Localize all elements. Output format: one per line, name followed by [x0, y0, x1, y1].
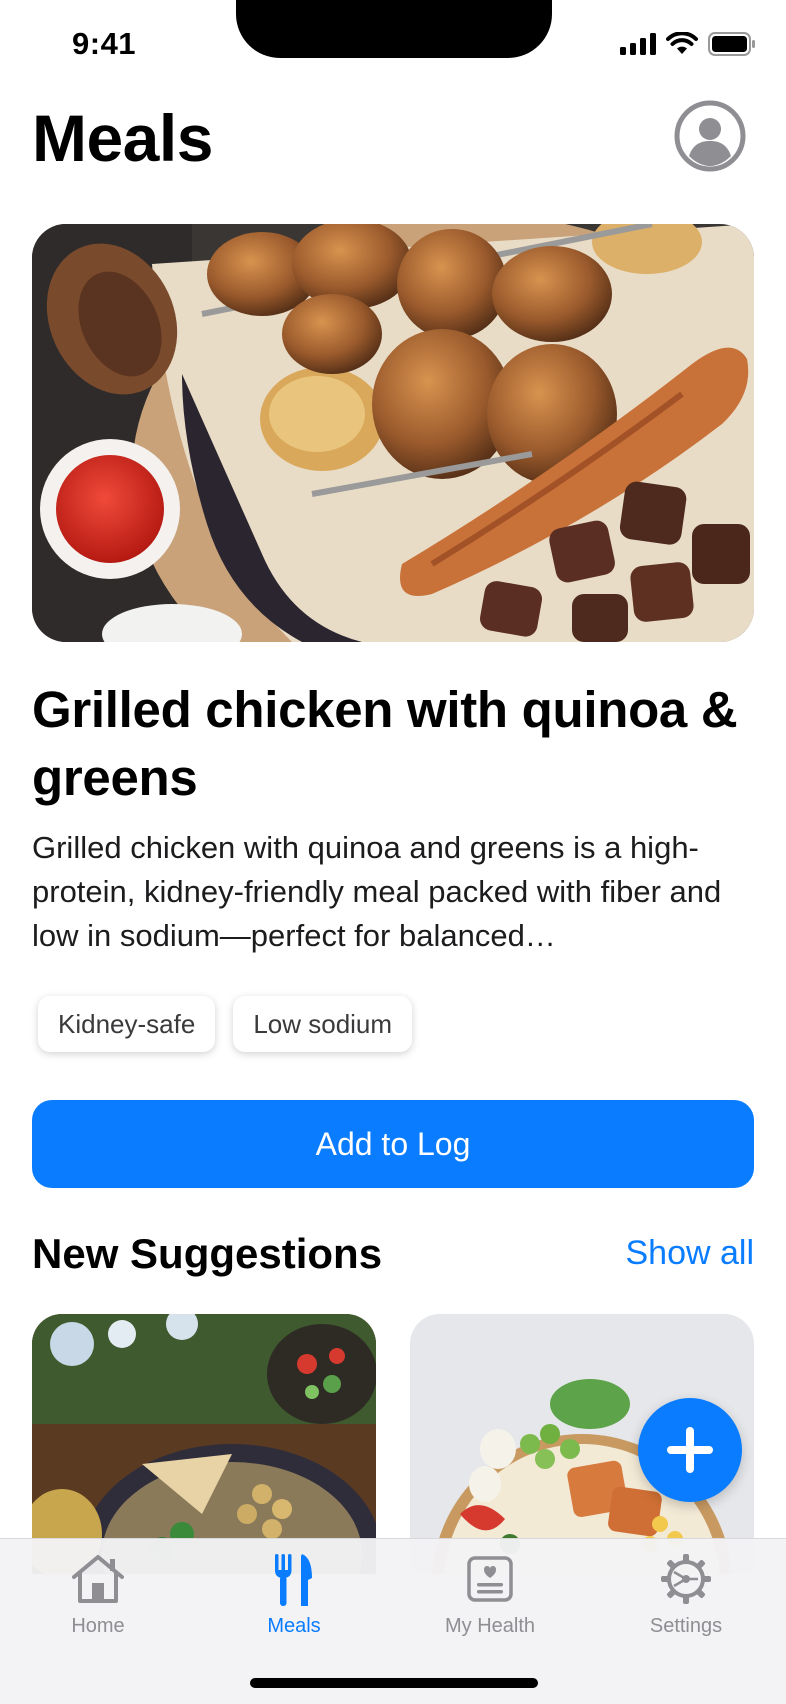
fork-knife-icon [275, 1554, 312, 1606]
chickpea-bowl-illustration [32, 1314, 376, 1574]
meal-tags: Kidney-safe Low sodium [38, 996, 413, 1052]
profile-button[interactable] [674, 100, 746, 172]
health-record-icon [467, 1556, 513, 1602]
cellular-signal-icon [620, 33, 656, 55]
status-time: 9:41 [72, 26, 137, 61]
tab-home-label: Home [71, 1615, 125, 1637]
tab-meals[interactable]: Meals [196, 1539, 392, 1659]
plus-icon [667, 1427, 713, 1473]
featured-meal-image[interactable] [32, 224, 754, 642]
wifi-icon [666, 32, 698, 54]
tag-kidney-safe: Kidney-safe [38, 996, 216, 1052]
featured-meal-title: Grilled chicken with quinoa & greens [32, 681, 738, 806]
status-bar: 9:41 [0, 0, 786, 92]
tab-meals-label: Meals [267, 1615, 321, 1637]
tab-settings[interactable]: Settings [588, 1539, 784, 1659]
tab-settings-label: Settings [649, 1615, 723, 1637]
tab-my-health[interactable]: My Health [392, 1539, 588, 1659]
tab-my-health-label: My Health [444, 1615, 536, 1637]
gear-icon [661, 1554, 711, 1604]
battery-icon [708, 32, 755, 56]
add-to-log-button[interactable]: Add to Log [32, 1100, 754, 1188]
tag-low-sodium: Low sodium [233, 996, 413, 1052]
add-meal-fab[interactable] [638, 1398, 742, 1502]
person-circle-icon [674, 100, 746, 172]
page-title: Meals [32, 101, 213, 175]
suggestions-heading: New Suggestions [32, 1230, 383, 1277]
grilled-platter-illustration [32, 224, 754, 642]
status-icons [620, 32, 756, 56]
show-all-link[interactable]: Show all [625, 1234, 754, 1273]
device-notch [236, 0, 552, 58]
featured-meal-description: Grilled chicken with quinoa and greens i… [32, 830, 722, 953]
home-indicator [250, 1678, 538, 1688]
tab-home[interactable]: Home [0, 1539, 196, 1659]
home-icon [72, 1555, 124, 1603]
suggestion-card-1[interactable] [32, 1314, 376, 1574]
